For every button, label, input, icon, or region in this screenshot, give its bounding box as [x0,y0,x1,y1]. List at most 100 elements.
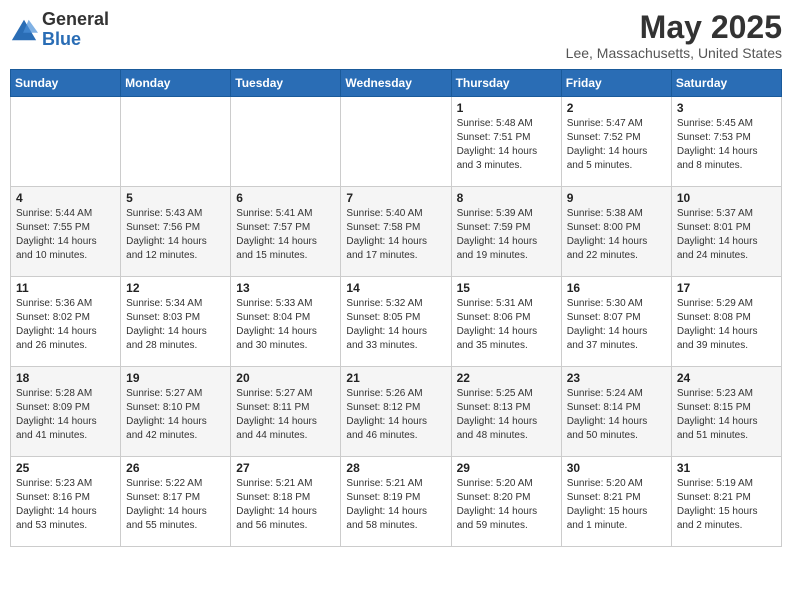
calendar-cell: 28 Sunrise: 5:21 AMSunset: 8:19 PMDayligh… [341,457,451,547]
calendar-cell [231,97,341,187]
calendar-cell: 3 Sunrise: 5:45 AMSunset: 7:53 PMDaylight… [671,97,781,187]
cell-day-number: 8 [457,191,556,205]
calendar-cell: 8 Sunrise: 5:39 AMSunset: 7:59 PMDaylight… [451,187,561,277]
calendar-cell: 6Sunrise: 5:41 AMSunset: 7:57 PMDaylight… [231,187,341,277]
cell-info: Sunrise: 5:23 AMSunset: 8:16 PMDaylight:… [16,477,115,533]
cell-day-number: 30 [567,461,666,475]
cell-info: Sunrise: 5:29 AMSunset: 8:08 PMDaylight:… [677,297,776,353]
cell-info: Sunrise: 5:21 AMSunset: 8:19 PMDaylight:… [346,477,445,533]
logo-general-text: General [42,10,109,30]
week-row-3: 11 Sunrise: 5:36 AMSunset: 8:02 PMDayligh… [11,277,782,367]
calendar-cell [121,97,231,187]
calendar-cell: 4Sunrise: 5:44 AMSunset: 7:55 PMDaylight… [11,187,121,277]
calendar-cell: 21Sunrise: 5:26 AMSunset: 8:12 PMDayligh… [341,367,451,457]
cell-day-number: 16 [567,281,666,295]
calendar-cell: 14 Sunrise: 5:32 AMSunset: 8:05 PMDayligh… [341,277,451,367]
cell-info: Sunrise: 5:43 AMSunset: 7:56 PMDaylight:… [126,207,225,263]
calendar-cell [341,97,451,187]
cell-info: Sunrise: 5:48 AMSunset: 7:51 PMDaylight:… [457,117,556,173]
cell-day-number: 1 [457,101,556,115]
calendar-cell: 20 Sunrise: 5:27 AMSunset: 8:11 PMDayligh… [231,367,341,457]
cell-day-number: 11 [16,281,115,295]
calendar-cell: 31 Sunrise: 5:19 AMSunset: 8:21 PMDayligh… [671,457,781,547]
calendar-cell: 1 Sunrise: 5:48 AMSunset: 7:51 PMDaylight… [451,97,561,187]
cell-day-number: 31 [677,461,776,475]
cell-day-number: 22 [457,371,556,385]
cell-day-number: 13 [236,281,335,295]
month-title: May 2025 [566,10,782,45]
cell-info: Sunrise: 5:27 AMSunset: 8:11 PMDaylight:… [236,387,335,443]
cell-info: Sunrise: 5:44 AMSunset: 7:55 PMDaylight:… [16,207,115,263]
title-block: May 2025 Lee, Massachusetts, United Stat… [566,10,782,61]
cell-info: Sunrise: 5:39 AMSunset: 7:59 PMDaylight:… [457,207,556,263]
calendar-cell: 27 Sunrise: 5:21 AMSunset: 8:18 PMDayligh… [231,457,341,547]
cell-info: Sunrise: 5:45 AMSunset: 7:53 PMDaylight:… [677,117,776,173]
cell-info: Sunrise: 5:30 AMSunset: 8:07 PMDaylight:… [567,297,666,353]
cell-info: Sunrise: 5:27 AMSunset: 8:10 PMDaylight:… [126,387,225,443]
location-text: Lee, Massachusetts, United States [566,45,782,61]
cell-day-number: 28 [346,461,445,475]
cell-day-number: 19 [126,371,225,385]
cell-info: Sunrise: 5:20 AMSunset: 8:20 PMDaylight:… [457,477,556,533]
cell-info: Sunrise: 5:33 AMSunset: 8:04 PMDaylight:… [236,297,335,353]
day-header-saturday: Saturday [671,70,781,97]
day-header-thursday: Thursday [451,70,561,97]
calendar-cell: 25Sunrise: 5:23 AMSunset: 8:16 PMDayligh… [11,457,121,547]
header-row: SundayMondayTuesdayWednesdayThursdayFrid… [11,70,782,97]
cell-info: Sunrise: 5:41 AMSunset: 7:57 PMDaylight:… [236,207,335,263]
week-row-2: 4Sunrise: 5:44 AMSunset: 7:55 PMDaylight… [11,187,782,277]
week-row-4: 18 Sunrise: 5:28 AMSunset: 8:09 PMDayligh… [11,367,782,457]
calendar-cell: 5Sunrise: 5:43 AMSunset: 7:56 PMDaylight… [121,187,231,277]
cell-info: Sunrise: 5:28 AMSunset: 8:09 PMDaylight:… [16,387,115,443]
cell-day-number: 2 [567,101,666,115]
cell-info: Sunrise: 5:25 AMSunset: 8:13 PMDaylight:… [457,387,556,443]
cell-info: Sunrise: 5:40 AMSunset: 7:58 PMDaylight:… [346,207,445,263]
cell-info: Sunrise: 5:34 AMSunset: 8:03 PMDaylight:… [126,297,225,353]
cell-day-number: 12 [126,281,225,295]
cell-info: Sunrise: 5:37 AMSunset: 8:01 PMDaylight:… [677,207,776,263]
calendar-cell: 23Sunrise: 5:24 AMSunset: 8:14 PMDayligh… [561,367,671,457]
week-row-1: 1 Sunrise: 5:48 AMSunset: 7:51 PMDaylight… [11,97,782,187]
calendar-cell: 2Sunrise: 5:47 AMSunset: 7:52 PMDaylight… [561,97,671,187]
cell-day-number: 24 [677,371,776,385]
cell-day-number: 20 [236,371,335,385]
cell-info: Sunrise: 5:23 AMSunset: 8:15 PMDaylight:… [677,387,776,443]
calendar-cell: 22 Sunrise: 5:25 AMSunset: 8:13 PMDayligh… [451,367,561,457]
calendar-cell: 9Sunrise: 5:38 AMSunset: 8:00 PMDaylight… [561,187,671,277]
cell-info: Sunrise: 5:36 AMSunset: 8:02 PMDaylight:… [16,297,115,353]
calendar-cell: 11 Sunrise: 5:36 AMSunset: 8:02 PMDayligh… [11,277,121,367]
calendar-cell: 13 Sunrise: 5:33 AMSunset: 8:04 PMDayligh… [231,277,341,367]
calendar-cell: 15Sunrise: 5:31 AMSunset: 8:06 PMDayligh… [451,277,561,367]
cell-day-number: 14 [346,281,445,295]
day-header-wednesday: Wednesday [341,70,451,97]
calendar-cell: 24 Sunrise: 5:23 AMSunset: 8:15 PMDayligh… [671,367,781,457]
week-row-5: 25Sunrise: 5:23 AMSunset: 8:16 PMDayligh… [11,457,782,547]
calendar-cell [11,97,121,187]
cell-day-number: 7 [346,191,445,205]
logo-icon [10,16,38,44]
calendar-cell: 30Sunrise: 5:20 AMSunset: 8:21 PMDayligh… [561,457,671,547]
cell-day-number: 18 [16,371,115,385]
day-header-monday: Monday [121,70,231,97]
cell-day-number: 17 [677,281,776,295]
cell-info: Sunrise: 5:31 AMSunset: 8:06 PMDaylight:… [457,297,556,353]
calendar-cell: 7 Sunrise: 5:40 AMSunset: 7:58 PMDaylight… [341,187,451,277]
logo-blue-text: Blue [42,30,109,50]
cell-info: Sunrise: 5:19 AMSunset: 8:21 PMDaylight:… [677,477,776,533]
cell-info: Sunrise: 5:38 AMSunset: 8:00 PMDaylight:… [567,207,666,263]
cell-day-number: 3 [677,101,776,115]
cell-info: Sunrise: 5:21 AMSunset: 8:18 PMDaylight:… [236,477,335,533]
day-header-tuesday: Tuesday [231,70,341,97]
calendar-cell: 12 Sunrise: 5:34 AMSunset: 8:03 PMDayligh… [121,277,231,367]
calendar-cell: 10 Sunrise: 5:37 AMSunset: 8:01 PMDayligh… [671,187,781,277]
page-header: General Blue May 2025 Lee, Massachusetts… [10,10,782,61]
cell-day-number: 21 [346,371,445,385]
calendar-cell: 18 Sunrise: 5:28 AMSunset: 8:09 PMDayligh… [11,367,121,457]
cell-info: Sunrise: 5:32 AMSunset: 8:05 PMDaylight:… [346,297,445,353]
cell-day-number: 10 [677,191,776,205]
cell-day-number: 27 [236,461,335,475]
calendar-cell: 17 Sunrise: 5:29 AMSunset: 8:08 PMDayligh… [671,277,781,367]
calendar-cell: 29Sunrise: 5:20 AMSunset: 8:20 PMDayligh… [451,457,561,547]
calendar-cell: 19 Sunrise: 5:27 AMSunset: 8:10 PMDayligh… [121,367,231,457]
calendar-cell: 16 Sunrise: 5:30 AMSunset: 8:07 PMDayligh… [561,277,671,367]
